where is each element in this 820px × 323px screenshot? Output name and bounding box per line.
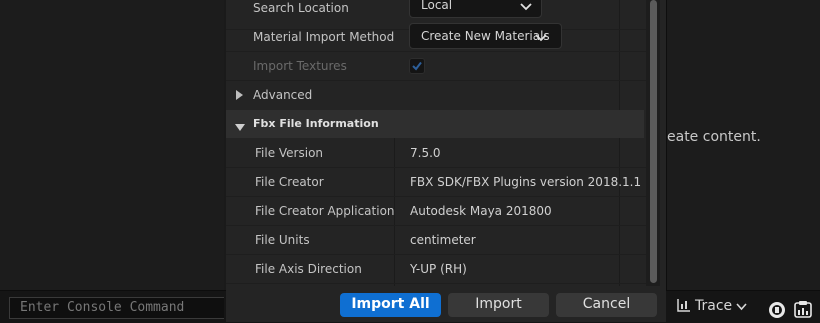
file-version-value: 7.5.0 <box>410 146 441 160</box>
trace-label: Trace <box>695 298 733 314</box>
fbx-file-information-header[interactable]: Fbx File Information <box>226 110 644 138</box>
import-textures-checkbox[interactable] <box>409 58 425 74</box>
material-import-method-dropdown[interactable]: Create New Materials <box>409 23 562 49</box>
material-import-method-value: Create New Materials <box>421 29 550 43</box>
file-creator-value: FBX SDK/FBX Plugins version 2018.1.1 <box>410 175 642 189</box>
advanced-section-header[interactable]: Advanced <box>226 81 644 109</box>
file-creator-application-value: Autodesk Maya 201800 <box>410 204 552 218</box>
trace-chart-icon <box>677 298 691 316</box>
import-button[interactable]: Import <box>448 293 549 317</box>
chevron-down-icon <box>535 31 547 45</box>
camera-record-icon[interactable] <box>768 301 786 322</box>
console-command-input[interactable]: Enter Console Command <box>9 297 224 319</box>
import-all-button[interactable]: Import All <box>340 293 441 317</box>
search-location-dropdown[interactable]: Local <box>409 0 542 18</box>
advanced-label: Advanced <box>253 88 313 102</box>
file-creator-application-label: File Creator Application <box>255 204 395 218</box>
file-units-value: centimeter <box>410 233 476 247</box>
cancel-button[interactable]: Cancel <box>556 293 657 317</box>
file-creator-label: File Creator <box>255 175 324 189</box>
right-panel-text: eate content. <box>667 129 761 145</box>
left-panel-background <box>0 0 224 290</box>
insights-icon[interactable] <box>794 300 812 321</box>
search-location-value: Local <box>421 0 453 12</box>
fbx-file-information-title: Fbx File Information <box>253 117 379 130</box>
caret-right-icon <box>236 89 243 103</box>
material-import-method-label: Material Import Method <box>253 30 395 44</box>
file-axis-direction-value: Y-UP (RH) <box>410 262 467 276</box>
trace-dropdown[interactable]: Trace <box>677 298 747 316</box>
file-axis-direction-label: File Axis Direction <box>255 262 362 276</box>
scrollbar-thumb[interactable] <box>650 0 657 283</box>
file-version-label: File Version <box>255 146 324 160</box>
chevron-down-icon <box>520 0 532 14</box>
chevron-down-icon <box>736 299 747 315</box>
import-textures-label: Import Textures <box>253 59 347 73</box>
caret-down-icon <box>235 120 245 134</box>
right-panel-background <box>666 0 820 290</box>
file-units-label: File Units <box>255 233 310 247</box>
checkmark-icon <box>412 61 422 71</box>
search-location-label: Search Location <box>253 1 349 15</box>
